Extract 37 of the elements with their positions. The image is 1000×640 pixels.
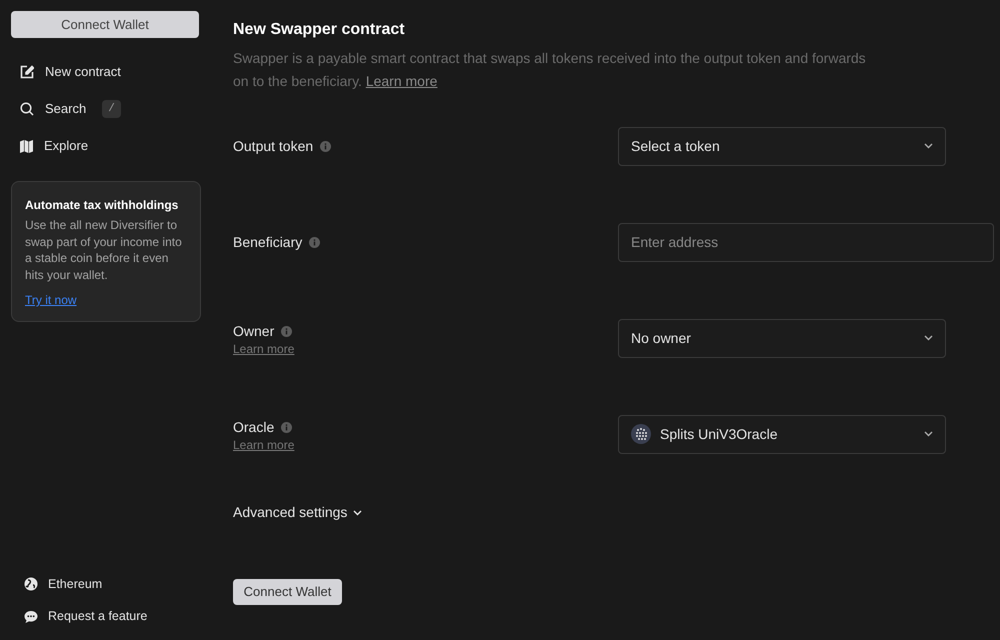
learn-more-link[interactable]: Learn more (366, 73, 438, 89)
edit-icon (20, 65, 34, 79)
select-dropdown[interactable]: No owner (618, 318, 946, 358)
learn-more-link[interactable]: Learn more (233, 438, 294, 452)
shortcut-key: / (102, 100, 121, 118)
select-dropdown[interactable]: Select a token (618, 126, 946, 166)
info-icon (281, 422, 292, 432)
search-icon (20, 102, 34, 116)
field-label: Output token (233, 136, 314, 156)
address-input-field[interactable]: Enter address (618, 222, 994, 262)
learn-more-link[interactable]: Learn more (233, 342, 294, 356)
connect-wallet-button[interactable]: Connect Wallet (233, 579, 342, 605)
advanced-settings-toggle[interactable]: Advanced settings (233, 502, 362, 523)
sidebar-nav-item[interactable]: Explore (20, 134, 88, 158)
sidebar-nav-item[interactable]: New contract (20, 60, 121, 84)
info-icon (281, 326, 292, 336)
chevron-down-icon (924, 431, 933, 437)
sidebar-nav-item[interactable]: Search / (20, 97, 121, 121)
chat-icon (24, 610, 38, 624)
chevron-down-icon (924, 335, 933, 341)
map-icon (20, 140, 33, 152)
sidebar-footer-link[interactable]: Request a feature (24, 607, 148, 626)
info-icon (309, 236, 320, 248)
select-dropdown[interactable]: Splits UniV3Oracle (618, 414, 946, 454)
chevron-down-icon (924, 143, 933, 149)
field-label: Owner (233, 322, 274, 340)
description: Swapper is a payable smart contract that swaps all tokens received into the output token and forwards on to the beneficiary. Learn more (233, 49, 867, 91)
chevron-down-icon (353, 510, 362, 516)
promo-text: Use the all new Diversifier to swap part of your income into a stable coin before it even hits your wallet. (25, 217, 183, 283)
connect-wallet-button[interactable]: Connect Wallet (11, 11, 199, 38)
promo-title: Automate tax withholdings (25, 197, 180, 214)
try-it-now-link[interactable]: Try it now (25, 291, 77, 309)
field-label: Oracle (233, 418, 274, 436)
field-label: Beneficiary (233, 232, 302, 252)
info-icon (320, 140, 332, 152)
page-title: New Swapper contract (233, 20, 406, 40)
sidebar-footer-link[interactable]: Ethereum (24, 574, 102, 594)
